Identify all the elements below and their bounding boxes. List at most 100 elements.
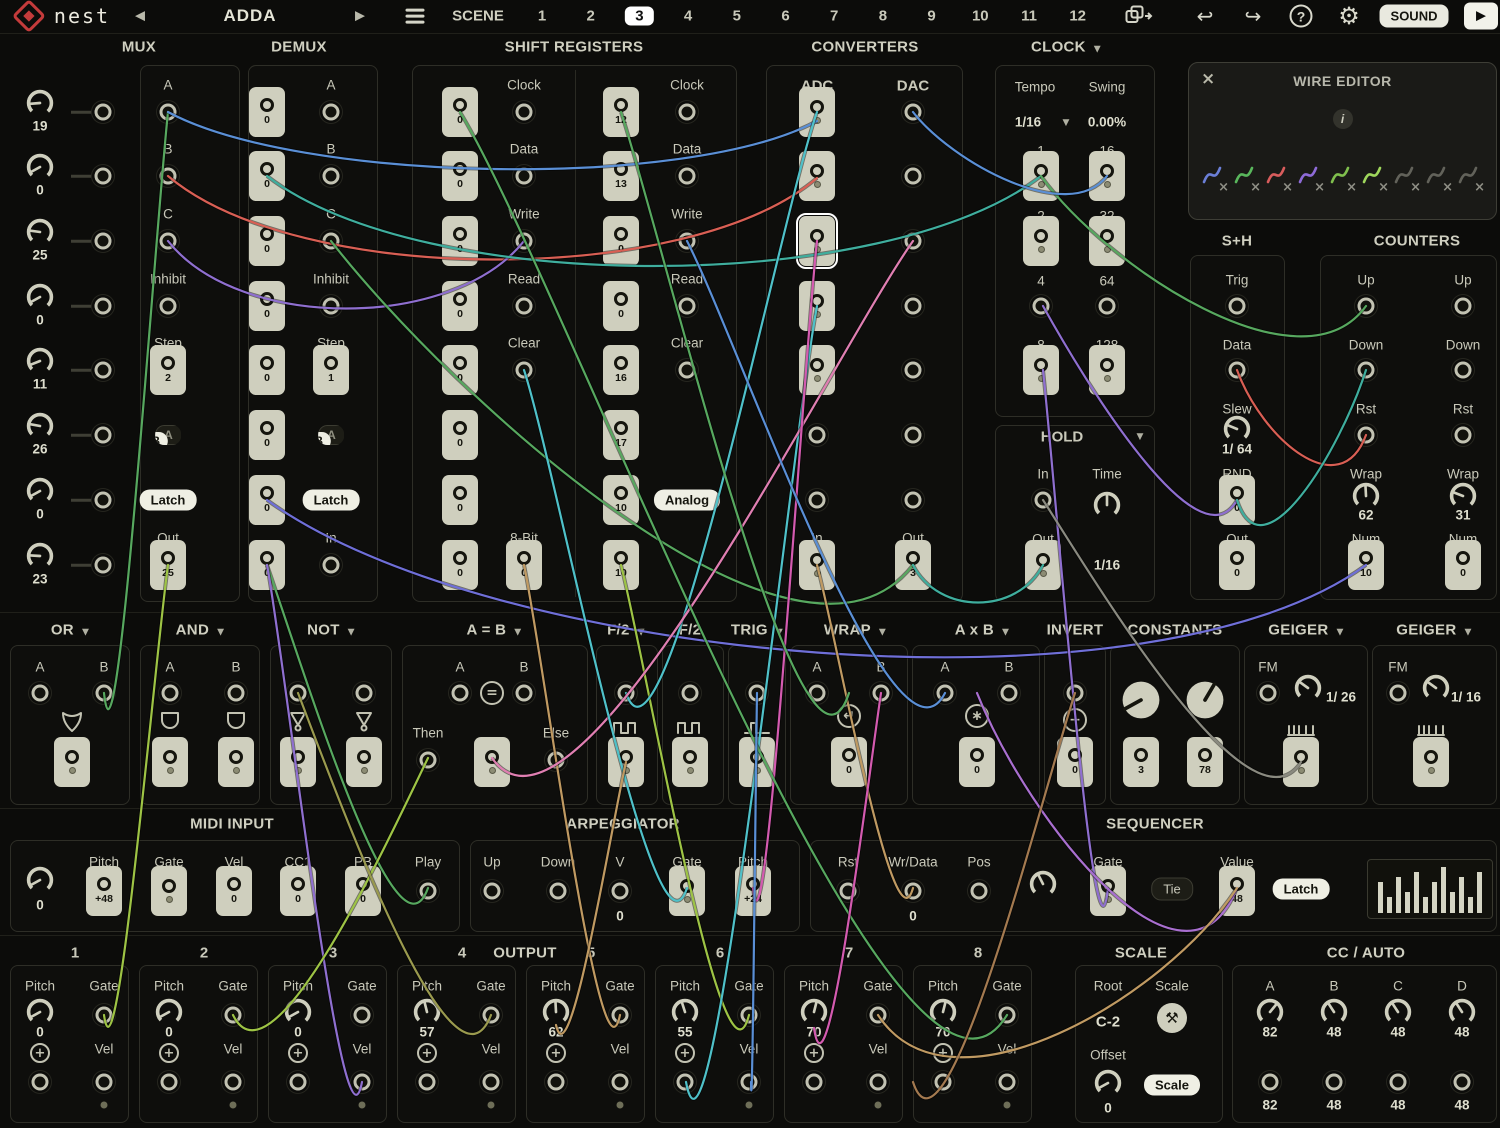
counter-2-num-port[interactable]: 0 <box>1445 540 1481 590</box>
port-jack[interactable] <box>161 551 175 565</box>
demux-output-7-port[interactable]: 0 <box>249 475 285 525</box>
prev-patch-button[interactable]: ◀ <box>135 9 145 24</box>
port-jack[interactable] <box>1036 553 1050 567</box>
port-jack[interactable] <box>453 227 467 241</box>
wire-color-swatch-8[interactable]: × <box>1425 160 1447 188</box>
invert-in-port[interactable] <box>1067 685 1084 702</box>
out1-pitch-out-port[interactable] <box>32 1074 49 1091</box>
geiger2-fm-port[interactable] <box>1390 685 1407 702</box>
aeqb-title[interactable]: A = B▼ <box>467 622 522 639</box>
port-jack[interactable] <box>65 750 79 764</box>
port-jack[interactable] <box>1198 748 1212 762</box>
port-jack[interactable] <box>746 877 760 891</box>
scale-button[interactable]: Scale <box>1144 1075 1200 1096</box>
scene-3-button[interactable]: 3 <box>625 7 653 26</box>
arp-gate-port[interactable] <box>669 866 705 916</box>
mux-step-port[interactable]: 2 <box>150 345 186 395</box>
not-1-in-port[interactable] <box>290 685 307 702</box>
sh-out-port[interactable]: 0 <box>1219 540 1255 590</box>
dac-bit-3-port[interactable] <box>905 233 922 250</box>
constant-1-knob[interactable] <box>1118 677 1164 723</box>
constant-2-out-port[interactable]: 78 <box>1187 737 1223 787</box>
port-jack[interactable] <box>260 292 274 306</box>
out3-vel-port[interactable] <box>354 1074 371 1091</box>
shift2-cell-5-port[interactable]: 16 <box>603 345 639 395</box>
f2a-in-port[interactable] <box>618 685 635 702</box>
shift2-read-port[interactable] <box>679 298 696 315</box>
port-jack[interactable] <box>1456 551 1470 565</box>
port-jack[interactable] <box>227 877 241 891</box>
scene-11-button[interactable]: 11 <box>1011 7 1047 26</box>
constant-1-out-port[interactable]: 3 <box>1123 737 1159 787</box>
play-button[interactable]: ▶ <box>1464 3 1498 30</box>
shift2-cell-2-port[interactable]: 13 <box>603 151 639 201</box>
and-out-1-port[interactable] <box>152 737 188 787</box>
shift1-cell-5-port[interactable]: 0 <box>442 345 478 395</box>
mux-input-3-port[interactable] <box>95 233 112 250</box>
shift2-clear-port[interactable] <box>679 362 696 379</box>
midi-knob[interactable] <box>22 862 58 898</box>
out7-pitch-out-port[interactable] <box>806 1074 823 1091</box>
mux-input-4-port[interactable] <box>95 298 112 315</box>
port-jack[interactable] <box>291 750 305 764</box>
axb-title[interactable]: A x B▼ <box>955 622 1010 639</box>
counter-1-up-port[interactable] <box>1358 298 1375 315</box>
shift1-write-port[interactable] <box>516 233 533 250</box>
port-jack[interactable] <box>614 292 628 306</box>
shift1-cell-4-port[interactable]: 0 <box>442 281 478 331</box>
port-jack[interactable] <box>517 551 531 565</box>
demux-latch-button[interactable]: Latch <box>303 490 360 511</box>
mux-input-5-port[interactable] <box>95 362 112 379</box>
seq-gate-port[interactable] <box>1090 866 1126 916</box>
demux-a-port[interactable] <box>323 104 340 121</box>
mux-input-1-knob[interactable] <box>22 85 58 121</box>
scene-8-button[interactable]: 8 <box>869 7 897 26</box>
port-jack[interactable] <box>1034 229 1048 243</box>
shift2-write-port[interactable] <box>679 233 696 250</box>
trig-title[interactable]: TRIG▼ <box>731 622 783 639</box>
f2b-in-port[interactable] <box>682 685 699 702</box>
or-title[interactable]: OR▼ <box>51 622 89 639</box>
mux-input-8-port[interactable] <box>95 557 112 574</box>
seq-latch-button[interactable]: Latch <box>1273 879 1330 900</box>
shift2-clock-port[interactable] <box>679 104 696 121</box>
port-jack[interactable] <box>1230 486 1244 500</box>
port-jack[interactable] <box>614 162 628 176</box>
out7-octave-stepper[interactable]: + <box>804 1043 824 1063</box>
port-jack[interactable] <box>1034 358 1048 372</box>
not-2-out-port[interactable] <box>346 737 382 787</box>
out5-pitch-out-port[interactable] <box>548 1074 565 1091</box>
axb-b-port[interactable] <box>1001 685 1018 702</box>
port-jack[interactable] <box>810 294 824 308</box>
out3-gate-port[interactable] <box>354 1007 371 1024</box>
arp-pitch-port[interactable]: +24 <box>735 866 771 916</box>
port-jack[interactable] <box>1100 229 1114 243</box>
out5-gate-port[interactable] <box>612 1007 629 1024</box>
dac-bit-5-port[interactable] <box>905 362 922 379</box>
demux-output-3-port[interactable]: 0 <box>249 216 285 266</box>
out7-gate-port[interactable] <box>870 1007 887 1024</box>
shift2-cell-4-port[interactable]: 0 <box>603 281 639 331</box>
shift2-analog-button[interactable]: Analog <box>654 490 720 511</box>
seq-pos-port[interactable] <box>971 883 988 900</box>
delete-wire-icon[interactable]: × <box>1282 180 1293 195</box>
clock-div-1-port[interactable] <box>1023 151 1059 201</box>
counter-2-down-port[interactable] <box>1455 362 1472 379</box>
dac-bit-4-port[interactable] <box>905 298 922 315</box>
port-jack[interactable] <box>1068 748 1082 762</box>
hold-dropdown-caret[interactable]: ▼ <box>1137 432 1144 442</box>
port-jack[interactable] <box>453 98 467 112</box>
midi-pb-port[interactable]: 0 <box>345 866 381 916</box>
demux-output-1-port[interactable]: 0 <box>249 87 285 137</box>
wire-color-swatch-6[interactable]: × <box>1361 160 1383 188</box>
arp-up-port[interactable] <box>484 883 501 900</box>
port-jack[interactable] <box>970 748 984 762</box>
out5-octave-stepper[interactable]: + <box>546 1043 566 1063</box>
demux-c-port[interactable] <box>323 233 340 250</box>
settings-gear-icon[interactable]: ⚙ <box>1338 2 1360 30</box>
geiger1-out-port[interactable] <box>1283 737 1319 787</box>
shift1-data-port[interactable] <box>516 168 533 185</box>
wire-color-swatch-4[interactable]: × <box>1297 160 1319 188</box>
out8-pitch-out-port[interactable] <box>935 1074 952 1091</box>
adc-bit-6-port[interactable] <box>809 427 826 444</box>
